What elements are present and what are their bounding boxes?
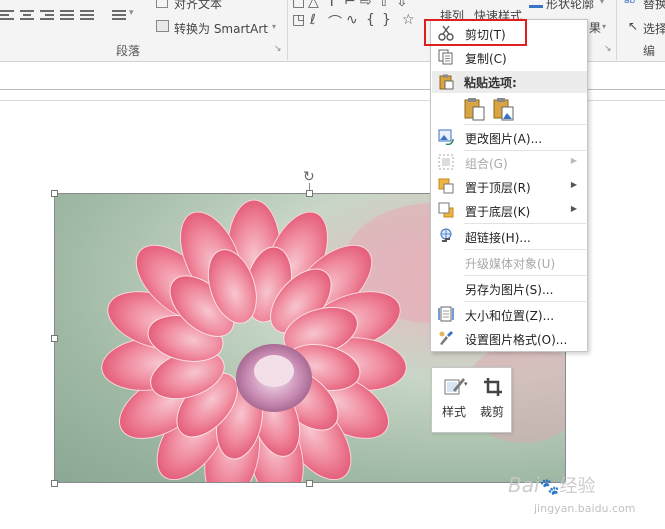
submenu-arrow-icon: ▶ (570, 156, 577, 165)
menu-item-label: 大小和位置(Z)... (465, 309, 555, 323)
menu-item-hyperlink[interactable]: 超链接(H)... (432, 224, 587, 248)
shape-line-icon[interactable]: ⅂ (326, 0, 334, 10)
mini-toolbar: ▾ 样式 裁剪 (431, 367, 512, 433)
shape-arrow-up-icon[interactable]: ⇧ (378, 0, 390, 10)
watermark-url: jingyan.baidu.com (534, 502, 636, 515)
brush-icon (444, 378, 465, 395)
highlight-annotation (424, 19, 527, 46)
select-arrow-icon: ↖ (628, 19, 639, 33)
menu-item-size-position[interactable]: 大小和位置(Z)... (432, 302, 587, 326)
shape-effects-partial: 果 (589, 21, 602, 35)
align-left-icon[interactable] (0, 10, 14, 22)
menu-item-copy[interactable]: 复制(C) (432, 45, 587, 69)
menu-item-change-picture[interactable]: 更改图片(A)... (432, 125, 587, 149)
shape-outline-button[interactable]: 形状轮廓 (546, 0, 594, 12)
crop-button[interactable]: 裁剪 (472, 368, 512, 432)
watermark-suffix: 经验 (559, 476, 596, 497)
menu-item-label: 另存为图片(S)... (465, 283, 554, 297)
menu-item-label: 设置图片格式(O)... (465, 333, 568, 347)
replace-button[interactable]: 替换 (643, 0, 665, 12)
watermark-logo: Bai🐾经验 (508, 472, 595, 498)
paste-icon (439, 74, 454, 90)
crop-icon (484, 378, 502, 396)
dialog-launcher-icon[interactable]: ↘ (274, 44, 282, 54)
send-to-back-icon (438, 202, 454, 218)
menu-item-format-picture[interactable]: 设置图片格式(O)... (432, 326, 587, 350)
watermark-brand: Bai (508, 473, 540, 497)
select-button[interactable]: 选择 (643, 20, 665, 37)
resize-handle-n[interactable] (306, 190, 313, 197)
format-picture-icon (439, 331, 453, 345)
replace-icon: ab (624, 0, 636, 6)
menu-item-upgrade-media: 升级媒体对象(U) (432, 250, 587, 274)
copy-icon (438, 49, 453, 65)
shape-rect-icon[interactable]: □ (292, 0, 305, 10)
resize-handle-s[interactable] (306, 480, 313, 487)
shape-star-icon[interactable]: ☆ (402, 12, 415, 28)
align-text-icon (156, 0, 168, 8)
size-position-icon (438, 306, 454, 322)
menu-item-label: 复制(C) (465, 52, 507, 66)
shape-curve-icon[interactable]: ℓ (310, 12, 316, 28)
submenu-arrow-icon: ▶ (570, 180, 577, 189)
group-separator (287, 0, 288, 60)
menu-item-save-as-picture[interactable]: 另存为图片(S)... (432, 276, 587, 300)
columns-icon[interactable] (112, 10, 126, 22)
menu-item-label: 组合(G) (465, 157, 508, 171)
rotate-stem (309, 183, 310, 191)
shape-wave-icon[interactable]: ∿ (346, 12, 358, 28)
shape-brace-right-icon[interactable]: } (382, 12, 391, 28)
change-picture-icon (438, 129, 454, 145)
style-label: 样式 (441, 405, 466, 419)
menu-item-label: 更改图片(A)... (465, 132, 543, 146)
resize-handle-sw[interactable] (51, 480, 58, 487)
group-icon (438, 154, 454, 170)
shape-flow-icon[interactable]: ⌐ (344, 0, 356, 10)
style-dropdown-icon[interactable]: ▾ (464, 380, 468, 388)
style-button[interactable]: ▾ 样式 (434, 368, 474, 432)
shape-arrow-icon[interactable]: ⇨ (360, 0, 372, 10)
group-separator (616, 0, 617, 60)
crop-label: 裁剪 (479, 405, 504, 419)
pencil-icon (529, 0, 543, 8)
effects-dropdown-icon[interactable]: ▾ (602, 22, 606, 31)
chevron-down-icon[interactable]: ▾ (129, 8, 134, 18)
paste-keep-format-icon[interactable] (464, 97, 486, 121)
shape-arrow-down-icon[interactable]: ⇩ (396, 0, 408, 10)
bring-to-front-icon (438, 178, 454, 194)
distributed-icon[interactable] (80, 10, 94, 22)
drawing-launcher-icon[interactable]: ↘ (604, 44, 612, 54)
paste-as-picture-icon[interactable] (493, 97, 515, 121)
shape-triangle-icon[interactable]: △ (308, 0, 319, 10)
outline-dropdown-icon[interactable]: ▾ (600, 0, 604, 6)
shape-callout-icon[interactable]: ◳ (292, 12, 305, 28)
shapes-gallery[interactable]: □ △ ⅂ ⌐ ⇨ ⇧ ⇩ ◳ ℓ ⌒ ∿ { } ☆ (292, 0, 420, 36)
resize-handle-w[interactable] (51, 335, 58, 342)
justify-icon[interactable] (60, 10, 74, 22)
smartart-icon (156, 20, 169, 32)
menu-item-send-to-back[interactable]: 置于底层(K) ▶ (432, 198, 587, 222)
menu-item-label: 超链接(H)... (465, 231, 531, 245)
menu-item-group: 组合(G) ▶ (432, 150, 587, 174)
menu-item-label: 置于顶层(R) (465, 181, 531, 195)
resize-handle-nw[interactable] (51, 190, 58, 197)
paste-options-header: 粘贴选项: (432, 71, 587, 93)
convert-smartart-button[interactable]: 转换为 SmartArt (174, 20, 268, 37)
align-center-icon[interactable] (20, 10, 34, 22)
menu-item-label: 置于底层(K) (465, 205, 531, 219)
shape-arc-icon[interactable]: ⌒ (328, 12, 342, 32)
paragraph-group-label: 段落 (116, 44, 141, 58)
shape-brace-left-icon[interactable]: { (366, 12, 375, 28)
paste-options-label: 粘贴选项: (464, 76, 517, 90)
align-text-button[interactable]: 对齐文本 (174, 0, 222, 12)
paw-icon: 🐾 (539, 477, 560, 496)
submenu-arrow-icon: ▶ (570, 204, 577, 213)
menu-item-label: 升级媒体对象(U) (465, 257, 556, 271)
hyperlink-icon (440, 228, 452, 242)
dropdown-arrow-icon[interactable]: ▾ (272, 22, 276, 31)
align-right-icon[interactable] (40, 10, 54, 22)
menu-item-bring-to-front[interactable]: 置于顶层(R) ▶ (432, 174, 587, 198)
context-menu: 剪切(T) 复制(C) 粘贴选项: 更改图片(A)... 组合(G) ▶ 置于顶… (430, 19, 588, 352)
